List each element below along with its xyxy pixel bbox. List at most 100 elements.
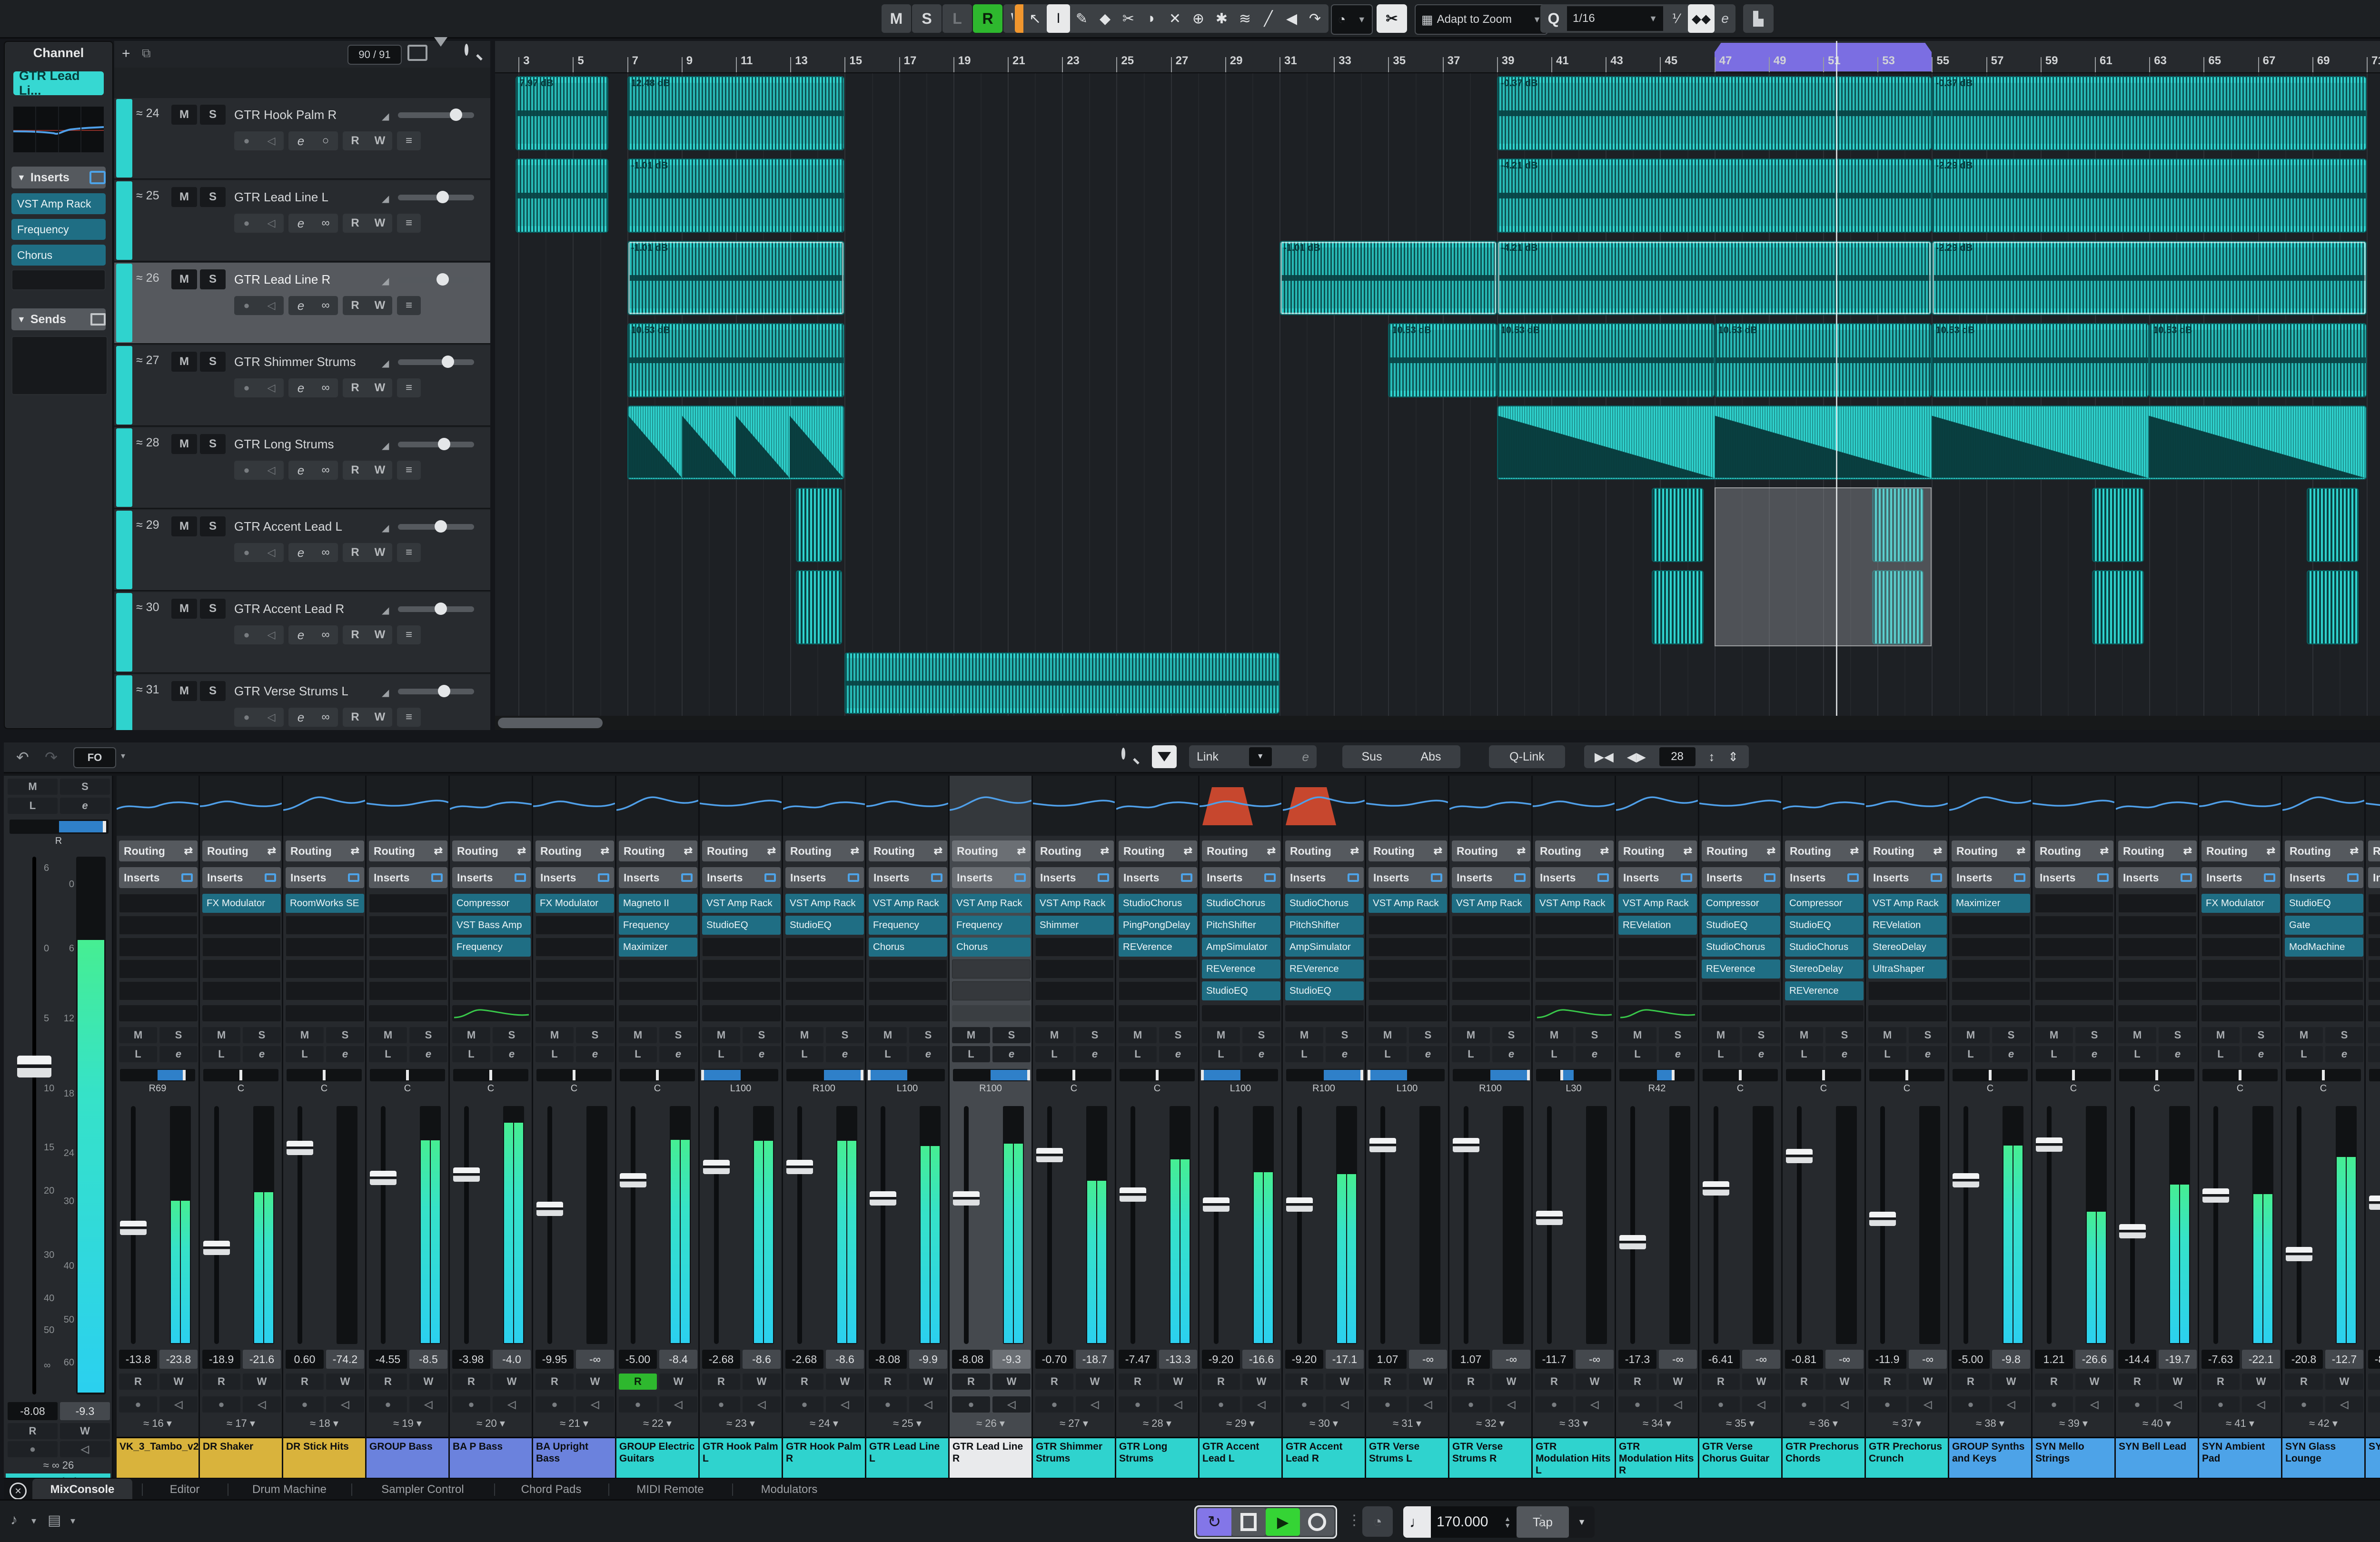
abs-button[interactable]: Abs (1420, 750, 1441, 764)
routing-rack-header[interactable]: Routing⇄ (869, 840, 947, 861)
automation-write-button[interactable]: W (1992, 1374, 2030, 1390)
tempo-mode-dropdown[interactable]: ▼ (1569, 1506, 1595, 1538)
state-button-s[interactable]: S (912, 4, 942, 33)
peak-value[interactable]: -9.8 (1992, 1350, 2030, 1369)
solo-button[interactable]: S (1992, 1027, 2030, 1043)
record-enable-icon[interactable]: ● (1702, 1396, 1740, 1413)
automation-read-button[interactable]: R (1618, 1374, 1656, 1390)
automation-write-button[interactable]: W (1326, 1374, 1364, 1390)
insert-slot[interactable]: VST Amp Rack (1535, 894, 1614, 913)
automation-write-button[interactable]: W (326, 1374, 364, 1390)
automation-read-button[interactable]: R (2035, 1374, 2073, 1390)
audio-event[interactable] (1652, 488, 1703, 562)
insert-slot-empty[interactable] (286, 981, 364, 1000)
record-enable-icon[interactable]: ● (536, 1396, 574, 1413)
mixer-channel-gtr-modulation-hits-l[interactable]: Routing⇄InsertsVST Amp RackMSLeL30-11.7-… (1533, 776, 1616, 1478)
audio-event[interactable] (2092, 570, 2143, 644)
channel-strip-icon[interactable]: ≡ (397, 214, 421, 233)
fader-value[interactable]: -0.70 (1035, 1350, 1073, 1369)
mute-button[interactable]: M (1452, 1027, 1490, 1043)
record-enable-icon[interactable]: ● (234, 131, 259, 150)
fader-value[interactable]: -8.08 (869, 1350, 907, 1369)
edit-channel-icon[interactable]: e (288, 214, 313, 233)
monitor-icon[interactable]: ◁ (1576, 1396, 1614, 1413)
monitor-icon[interactable]: ◁ (259, 543, 284, 562)
channel-name[interactable]: GTR Prechorus Crunch (1866, 1437, 1948, 1478)
solo-button[interactable]: S (1326, 1027, 1364, 1043)
record-enable-icon[interactable]: ● (1202, 1396, 1240, 1413)
insert-slot-empty[interactable] (2118, 981, 2197, 1000)
insert-slot-empty[interactable] (202, 959, 281, 979)
tempo-spinner[interactable]: ▲▼ (1504, 1515, 1511, 1529)
automation-read-button[interactable]: R (343, 708, 367, 727)
fader-value[interactable]: 1.07 (1452, 1350, 1490, 1369)
automation-write-button[interactable]: W (1242, 1374, 1280, 1390)
listen-button[interactable]: L (1035, 1046, 1073, 1062)
quantize-panel-button[interactable]: e (1715, 11, 1735, 26)
automation-write-button[interactable]: W (1076, 1374, 1114, 1390)
insert-slot-empty[interactable] (11, 269, 106, 290)
listen-button[interactable]: L (869, 1046, 907, 1062)
channel-name[interactable]: GTR Long Strums (1116, 1437, 1198, 1478)
mute-button[interactable]: M (1202, 1027, 1240, 1043)
mixer-channel-syn-ambient-pad[interactable]: Routing⇄InsertsFX ModulatorMSLeC-7.63-22… (2199, 776, 2282, 1478)
record-enable-icon[interactable]: ● (234, 296, 259, 315)
inspector-insert-slot[interactable]: Frequency (11, 219, 106, 240)
solo-button[interactable]: S (1076, 1027, 1114, 1043)
solo-button[interactable]: S (743, 1027, 781, 1043)
listen-button[interactable]: L (1452, 1046, 1490, 1062)
insert-slot-empty[interactable] (536, 959, 614, 979)
audio-event[interactable]: -4.21 dB (1497, 241, 1932, 315)
insert-slot-empty[interactable] (2202, 916, 2280, 935)
solo-button[interactable]: S (1576, 1027, 1614, 1043)
h-scroll-thumb[interactable] (498, 718, 603, 728)
listen-button[interactable]: L (1702, 1046, 1740, 1062)
automation-read-button[interactable]: R (1535, 1374, 1573, 1390)
insert-slot[interactable]: StereoDelay (1868, 938, 1947, 957)
tab-midi-remote[interactable]: MIDI Remote (613, 1479, 727, 1500)
edit-channel-icon[interactable]: e (288, 708, 313, 727)
mixer-channel-dr-stick-hits[interactable]: Routing⇄InsertsRoomWorks SEMSLeC0.60-74.… (283, 776, 367, 1478)
listen-button[interactable]: L (1202, 1046, 1240, 1062)
edit-channel-button[interactable]: e (1492, 1046, 1530, 1062)
eq-curve-preview[interactable] (286, 1005, 364, 1021)
automation-read-button[interactable]: R (452, 1374, 490, 1390)
record-enable-icon[interactable]: ● (619, 1396, 657, 1413)
insert-slot[interactable]: StudioChorus (1702, 938, 1780, 957)
edit-channel-button[interactable]: e (743, 1046, 781, 1062)
mute-button[interactable]: M (1785, 1027, 1823, 1043)
insert-slot[interactable]: PitchShifter (1202, 916, 1280, 935)
edit-channel-icon[interactable]: e (288, 543, 313, 562)
monitor-icon[interactable]: ◁ (409, 1396, 447, 1413)
audio-event[interactable] (627, 405, 845, 480)
fader-handle[interactable] (1369, 1138, 1396, 1152)
fader-value[interactable]: 1.07 (1368, 1350, 1407, 1369)
mixer-channel-ba-p-bass[interactable]: Routing⇄InsertsCompressorVST Bass AmpFre… (450, 776, 533, 1478)
insert-slot-empty[interactable] (1452, 916, 1530, 935)
fader-handle[interactable] (1619, 1235, 1646, 1249)
track-row-30[interactable]: ≈ 30MSGTR Accent Lead R◢●◁e∞RW≡ (114, 592, 490, 673)
edit-channel-button[interactable]: e (493, 1046, 531, 1062)
monitor-icon[interactable]: ◁ (2325, 1396, 2363, 1413)
automation-write-button[interactable]: W (1909, 1374, 1947, 1390)
audio-event[interactable]: -1.01 dB (1279, 241, 1497, 315)
eq-curve-preview[interactable] (2368, 1005, 2380, 1021)
peak-value[interactable]: -4.0 (493, 1350, 531, 1369)
audio-event[interactable] (2307, 570, 2358, 644)
track-mute-button[interactable]: M (171, 105, 197, 125)
solo-button[interactable]: S (659, 1027, 697, 1043)
track-solo-button[interactable]: S (200, 269, 226, 289)
insert-slot-empty[interactable] (286, 959, 364, 979)
mixer-channel-syn-glass-lounge[interactable]: Routing⇄InsertsStudioEQGateModMachineMSL… (2282, 776, 2366, 1478)
time-warp-tool[interactable]: ≋ (1233, 4, 1257, 33)
stop-button[interactable] (1231, 1508, 1266, 1536)
eq-curve-preview[interactable] (2035, 1005, 2113, 1021)
shuttle-button[interactable]: ◔ (1362, 1506, 1393, 1537)
automation-read-button[interactable]: R (1785, 1374, 1823, 1390)
fader-value[interactable]: -14.4 (2118, 1350, 2156, 1369)
mute-button[interactable]: M (452, 1027, 490, 1043)
automation-read-button[interactable]: R (1452, 1374, 1490, 1390)
fader-value[interactable]: -7.63 (2202, 1350, 2240, 1369)
sends-monitor-icon[interactable] (90, 313, 106, 326)
routing-rack-header[interactable]: Routing⇄ (1035, 840, 1114, 861)
